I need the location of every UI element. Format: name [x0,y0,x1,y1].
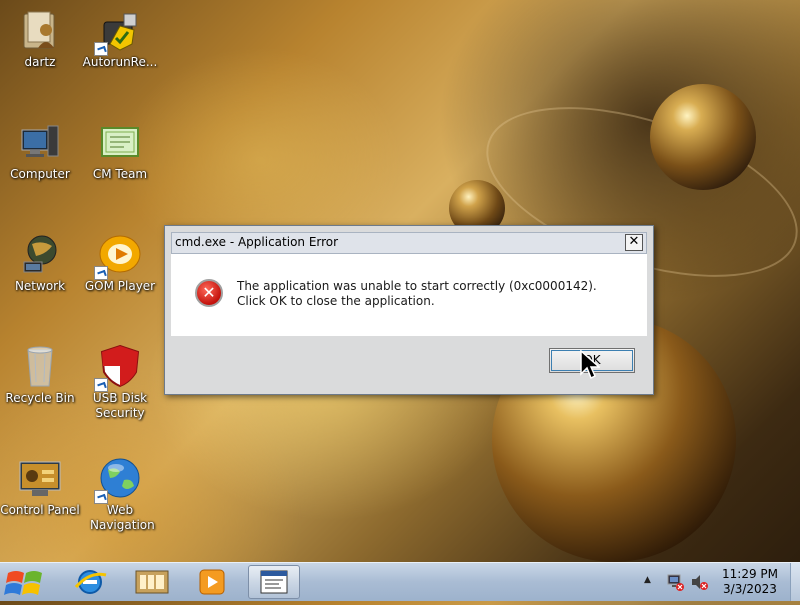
desktop-icon-label: CM Team [92,167,148,181]
desktop-icon-label: Control Panel [0,503,80,517]
desktop-icon-label: Computer [10,167,70,181]
media-player-icon [199,569,225,595]
clock-time: 11:29 PM [722,567,778,581]
taskbar-library[interactable] [126,565,178,599]
desktop-icon-gom-player[interactable]: GOM Player [80,232,160,294]
taskbar-media-player[interactable] [186,565,238,599]
computer-icon [18,120,62,164]
clock-date: 3/3/2023 [723,582,777,596]
certificate-icon [98,120,142,164]
dialog-titlebar[interactable]: cmd.exe - Application Error ✕ [171,232,647,254]
desktop-icon-recycle-bin[interactable]: Recycle Bin [0,344,80,406]
desktop-icon-label: AutorunRe... [82,55,158,69]
taskbar: ▲ 11:29 PM 3/3/2023 [0,562,800,601]
desktop-icon-dartz[interactable]: dartz [0,8,80,70]
taskbar-cmd-window[interactable] [248,565,300,599]
error-message: The application was unable to start corr… [237,279,597,308]
internet-explorer-icon [74,570,107,594]
show-desktop-button[interactable] [790,563,800,601]
usb-disk-security-icon [94,344,142,392]
desktop-icon-cm-team[interactable]: CM Team [80,120,160,182]
dialog-title: cmd.exe - Application Error [175,235,339,249]
show-hidden-icons-button[interactable]: ▲ [644,575,651,585]
shortcut-arrow-icon [94,42,108,56]
start-button[interactable] [2,563,54,601]
desktop-icon-label: Network [14,279,66,293]
taskbar-internet-explorer[interactable] [64,565,116,599]
desktop-icon-label: GOM Player [84,279,156,293]
network-tray-icon[interactable] [666,573,684,595]
desktop-icon-usb-disk-security[interactable]: USB Disk Security [80,344,160,421]
taskbar-clock[interactable]: 11:29 PM 3/3/2023 [712,567,788,597]
desktop-icon-web-navigation[interactable]: Web Navigation [80,456,160,533]
desktop-icon-computer[interactable]: Computer [0,120,80,182]
start-orb-icon [4,571,42,595]
shortcut-arrow-icon [94,266,108,280]
gom-player-icon [94,232,142,280]
desktop-icon-autorunre[interactable]: AutorunRe... [80,8,160,70]
recycle-bin-icon [18,344,62,388]
network-globe-icon [18,232,62,276]
desktop-icon-label: Web Navigation [90,503,155,532]
system-tray: ▲ [640,563,712,601]
volume-muted-icon[interactable] [690,573,708,595]
user-folder-icon [18,8,62,52]
desktop-icon-network[interactable]: Network [0,232,80,294]
usb-shield-icon [94,8,142,56]
library-icon [135,570,169,594]
error-icon [195,279,223,307]
dialog-content: The application was unable to start corr… [171,254,647,336]
control-panel-icon [18,456,62,500]
cmd-window-icon [260,570,288,594]
wallpaper-sphere-top [650,84,756,190]
desktop-icon-label: Recycle Bin [5,391,75,405]
desktop-icon-label: USB Disk Security [92,391,148,420]
shortcut-arrow-icon [94,378,108,392]
desktop-icon-label: dartz [24,55,56,69]
shortcut-arrow-icon [94,490,108,504]
web-navigation-icon [94,456,142,504]
close-button[interactable]: ✕ [625,234,643,251]
desktop-icon-control-panel[interactable]: Control Panel [0,456,80,518]
